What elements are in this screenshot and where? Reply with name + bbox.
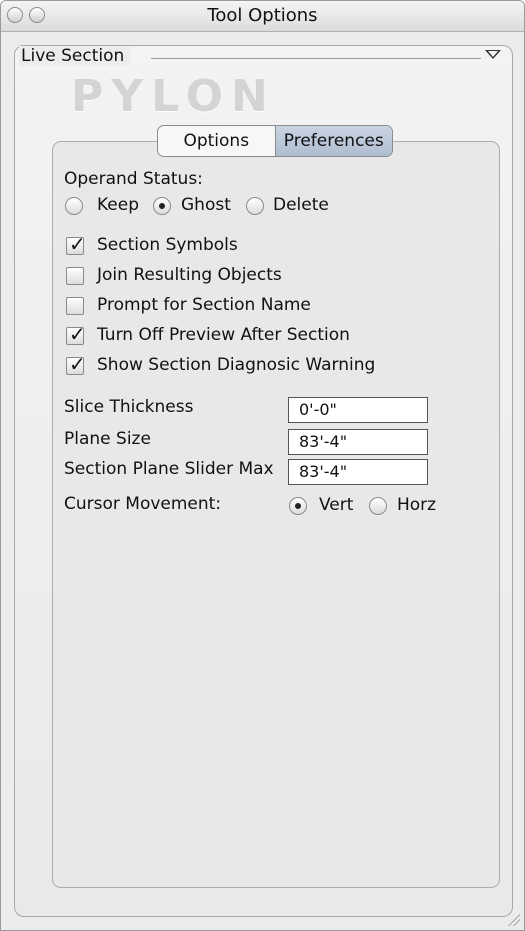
radio-vert[interactable] <box>289 497 307 515</box>
slider-max-label: Section Plane Slider Max <box>64 459 274 479</box>
checkbox-section-symbols-label: Section Symbols <box>97 235 238 255</box>
checkbox-join-resulting-objects[interactable] <box>66 267 84 285</box>
disclosure-triangle-icon[interactable] <box>485 50 501 59</box>
plane-size-label: Plane Size <box>64 429 151 449</box>
checkbox-prompt-section-name[interactable] <box>66 297 84 315</box>
checkbox-prompt-section-name-label: Prompt for Section Name <box>97 295 311 315</box>
radio-horz[interactable] <box>369 497 387 515</box>
checkbox-show-diagnostic-warning-label: Show Section Diagnosic Warning <box>97 355 376 375</box>
window-title: Tool Options <box>207 5 318 26</box>
operand-status-label: Operand Status: <box>64 169 203 189</box>
radio-ghost[interactable] <box>153 197 171 215</box>
section-divider <box>151 58 481 59</box>
tab-bar: Options Preferences <box>157 125 393 157</box>
checkbox-join-resulting-objects-label: Join Resulting Objects <box>97 265 282 285</box>
section-label: Live Section <box>19 46 131 66</box>
radio-vert-label: Vert <box>319 495 354 515</box>
radio-ghost-label: Ghost <box>181 195 231 215</box>
cursor-movement-label: Cursor Movement: <box>64 494 222 514</box>
checkbox-turn-off-preview-label: Turn Off Preview After Section <box>97 325 350 345</box>
tool-options-window: Tool Options Live Section PYLON Options … <box>0 0 525 931</box>
slider-max-field[interactable]: 83'-4" <box>288 459 428 485</box>
radio-keep-label: Keep <box>97 195 140 215</box>
checkbox-turn-off-preview[interactable] <box>66 322 86 346</box>
radio-delete[interactable] <box>246 197 264 215</box>
plane-size-field[interactable]: 83'-4" <box>288 429 428 455</box>
resize-grip-icon[interactable] <box>508 914 520 926</box>
checkbox-section-symbols[interactable] <box>66 232 86 256</box>
checkbox-show-diagnostic-warning[interactable] <box>66 352 86 376</box>
radio-delete-label: Delete <box>273 195 329 215</box>
slice-thickness-field[interactable]: 0'-0" <box>288 397 428 423</box>
pylon-logo: PYLON <box>71 71 276 122</box>
radio-keep[interactable] <box>65 197 83 215</box>
radio-horz-label: Horz <box>397 495 437 515</box>
tab-preferences[interactable]: Preferences <box>275 126 392 156</box>
tab-options[interactable]: Options <box>158 126 276 156</box>
title-bar[interactable]: Tool Options <box>1 1 524 32</box>
slice-thickness-label: Slice Thickness <box>64 397 194 417</box>
